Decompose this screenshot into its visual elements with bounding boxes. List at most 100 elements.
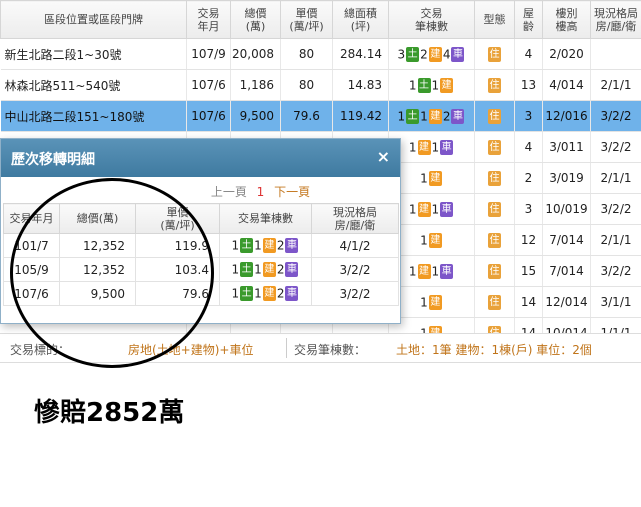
parking-count: 2: [442, 109, 451, 123]
count-label: 交易筆棟數：: [294, 343, 367, 357]
table-row[interactable]: 中山北路二段151~180號 107/6 9,500 79.6 119.42 1 土 1 建 2 車…: [0, 100, 641, 132]
type-badge: 住: [488, 108, 501, 124]
floor-cell: 7/014: [542, 255, 591, 287]
col-header-area[interactable]: 總面積 (坪): [332, 0, 389, 39]
type-badge: 住: [488, 170, 501, 186]
age-cell: 12: [514, 224, 543, 256]
current-page: 1: [256, 185, 265, 199]
building-icon: 建: [428, 108, 442, 124]
building-count: 1: [254, 286, 262, 301]
parking-icon: 車: [440, 263, 454, 279]
history-layout-cell: 3/2/2: [311, 257, 399, 282]
building-icon: 建: [417, 139, 431, 155]
parking-icon: 車: [285, 286, 299, 301]
count-cell: 1建1車: [388, 131, 475, 163]
parking-count: 4: [442, 47, 451, 61]
land-icon: 土: [240, 262, 254, 277]
history-col-layout: 現況格局 房/廳/衛: [311, 203, 399, 234]
type-badge: 住: [488, 232, 501, 248]
dialog-header[interactable]: 歷次移轉明細 ×: [1, 139, 400, 177]
parking-icon: 車: [440, 201, 454, 217]
building-count: 1: [420, 171, 428, 185]
parking-count: 2: [276, 286, 285, 301]
circle-annotation: [10, 178, 214, 368]
dialog-title: 歷次移轉明細: [11, 152, 95, 168]
floor-cell: 3/011: [542, 131, 591, 163]
floor-cell: 3/019: [542, 162, 591, 194]
building-count: 1: [408, 202, 417, 216]
age-cell: 4: [514, 131, 543, 163]
area-cell: 284.14: [332, 38, 389, 70]
land-count: 1: [397, 109, 406, 123]
count-cell: 1建: [388, 162, 475, 194]
parking-count: 1: [431, 202, 440, 216]
date-cell: 107/6: [186, 69, 231, 101]
land-count: 3: [397, 47, 406, 61]
building-icon: 建: [262, 262, 276, 277]
col-header-date[interactable]: 交易 年月: [186, 0, 231, 39]
building-count: 2: [420, 47, 428, 61]
age-cell: 2: [514, 162, 543, 194]
history-count-cell: 1土1建2車: [219, 257, 312, 282]
floor-cell: 7/014: [542, 224, 591, 256]
layout-cell: 3/2/2: [590, 100, 641, 132]
col-header-total[interactable]: 總價 (萬): [230, 0, 281, 39]
count-cell: 1建1車: [388, 193, 475, 225]
col-header-age[interactable]: 屋 齡: [514, 0, 543, 39]
type-badge: 住: [488, 201, 501, 217]
col-header-count[interactable]: 交易 筆棟數: [388, 0, 475, 39]
type-cell: 住: [474, 131, 515, 163]
history-count-cell: 1土1建2車: [219, 233, 312, 258]
layout-cell: 3/2/2: [590, 193, 641, 225]
table-row[interactable]: 新生北路二段1~30號 107/9 20,008 80 284.14 3 土 2 建 4 車住 4 2/…: [0, 38, 641, 70]
type-cell: 住: [474, 255, 515, 287]
building-icon: 建: [428, 46, 442, 62]
type-cell: 住: [474, 69, 515, 101]
building-icon: 建: [428, 170, 442, 186]
type-cell: 住: [474, 193, 515, 225]
building-count: 1: [408, 140, 417, 154]
col-header-address[interactable]: 區段位置或區段門牌: [0, 0, 187, 39]
address-cell: 中山北路二段151~180號: [0, 100, 187, 132]
close-icon[interactable]: ×: [377, 147, 390, 166]
count-cell: 1建: [388, 224, 475, 256]
building-count: 1: [408, 264, 417, 278]
col-header-type[interactable]: 型態: [474, 0, 515, 39]
unit-price-cell: 80: [280, 69, 333, 101]
table-row[interactable]: 林森北路511~540號 107/6 1,186 80 14.83 1 土 1 建住 13 4/01…: [0, 69, 641, 101]
col-header-unit[interactable]: 單價 (萬/坪): [280, 0, 333, 39]
layout-cell: 2/1/1: [590, 162, 641, 194]
layout-cell: [590, 38, 641, 70]
type-cell: 住: [474, 38, 515, 70]
next-page-link[interactable]: 下一頁: [274, 185, 310, 199]
floor-cell: 10/019: [542, 193, 591, 225]
building-count: 1: [420, 295, 428, 309]
col-header-layout[interactable]: 現況格局 房/廳/衛: [590, 0, 641, 39]
prev-page-link[interactable]: 上一頁: [211, 185, 247, 199]
building-count: 1: [431, 78, 440, 92]
land-icon: 土: [406, 46, 420, 62]
type-cell: 住: [474, 100, 515, 132]
count-cell: 1建: [388, 286, 475, 318]
type-badge: 住: [488, 77, 501, 93]
area-cell: 119.42: [332, 100, 389, 132]
building-count: 1: [254, 238, 262, 253]
count-value: 土地：1筆 建物：1棟(戶) 車位：2個: [396, 343, 592, 357]
count-cell: 1土1建2車: [388, 100, 475, 132]
age-cell: 4: [514, 38, 543, 70]
building-icon: 建: [428, 294, 442, 310]
area-cell: 14.83: [332, 69, 389, 101]
layout-cell: 3/2/2: [590, 131, 641, 163]
history-count-cell: 1土1建2車: [219, 281, 312, 306]
land-icon: 土: [240, 238, 254, 253]
building-count: 1: [420, 233, 428, 247]
age-cell: 13: [514, 69, 543, 101]
total-price-cell: 20,008: [230, 38, 281, 70]
unit-price-cell: 79.6: [280, 100, 333, 132]
age-cell: 15: [514, 255, 543, 287]
floor-cell: 2/020: [542, 38, 591, 70]
building-icon: 建: [428, 232, 442, 248]
parking-count: 1: [431, 140, 440, 154]
history-col-count: 交易筆棟數: [219, 203, 312, 234]
col-header-floor[interactable]: 樓別 樓高: [542, 0, 591, 39]
